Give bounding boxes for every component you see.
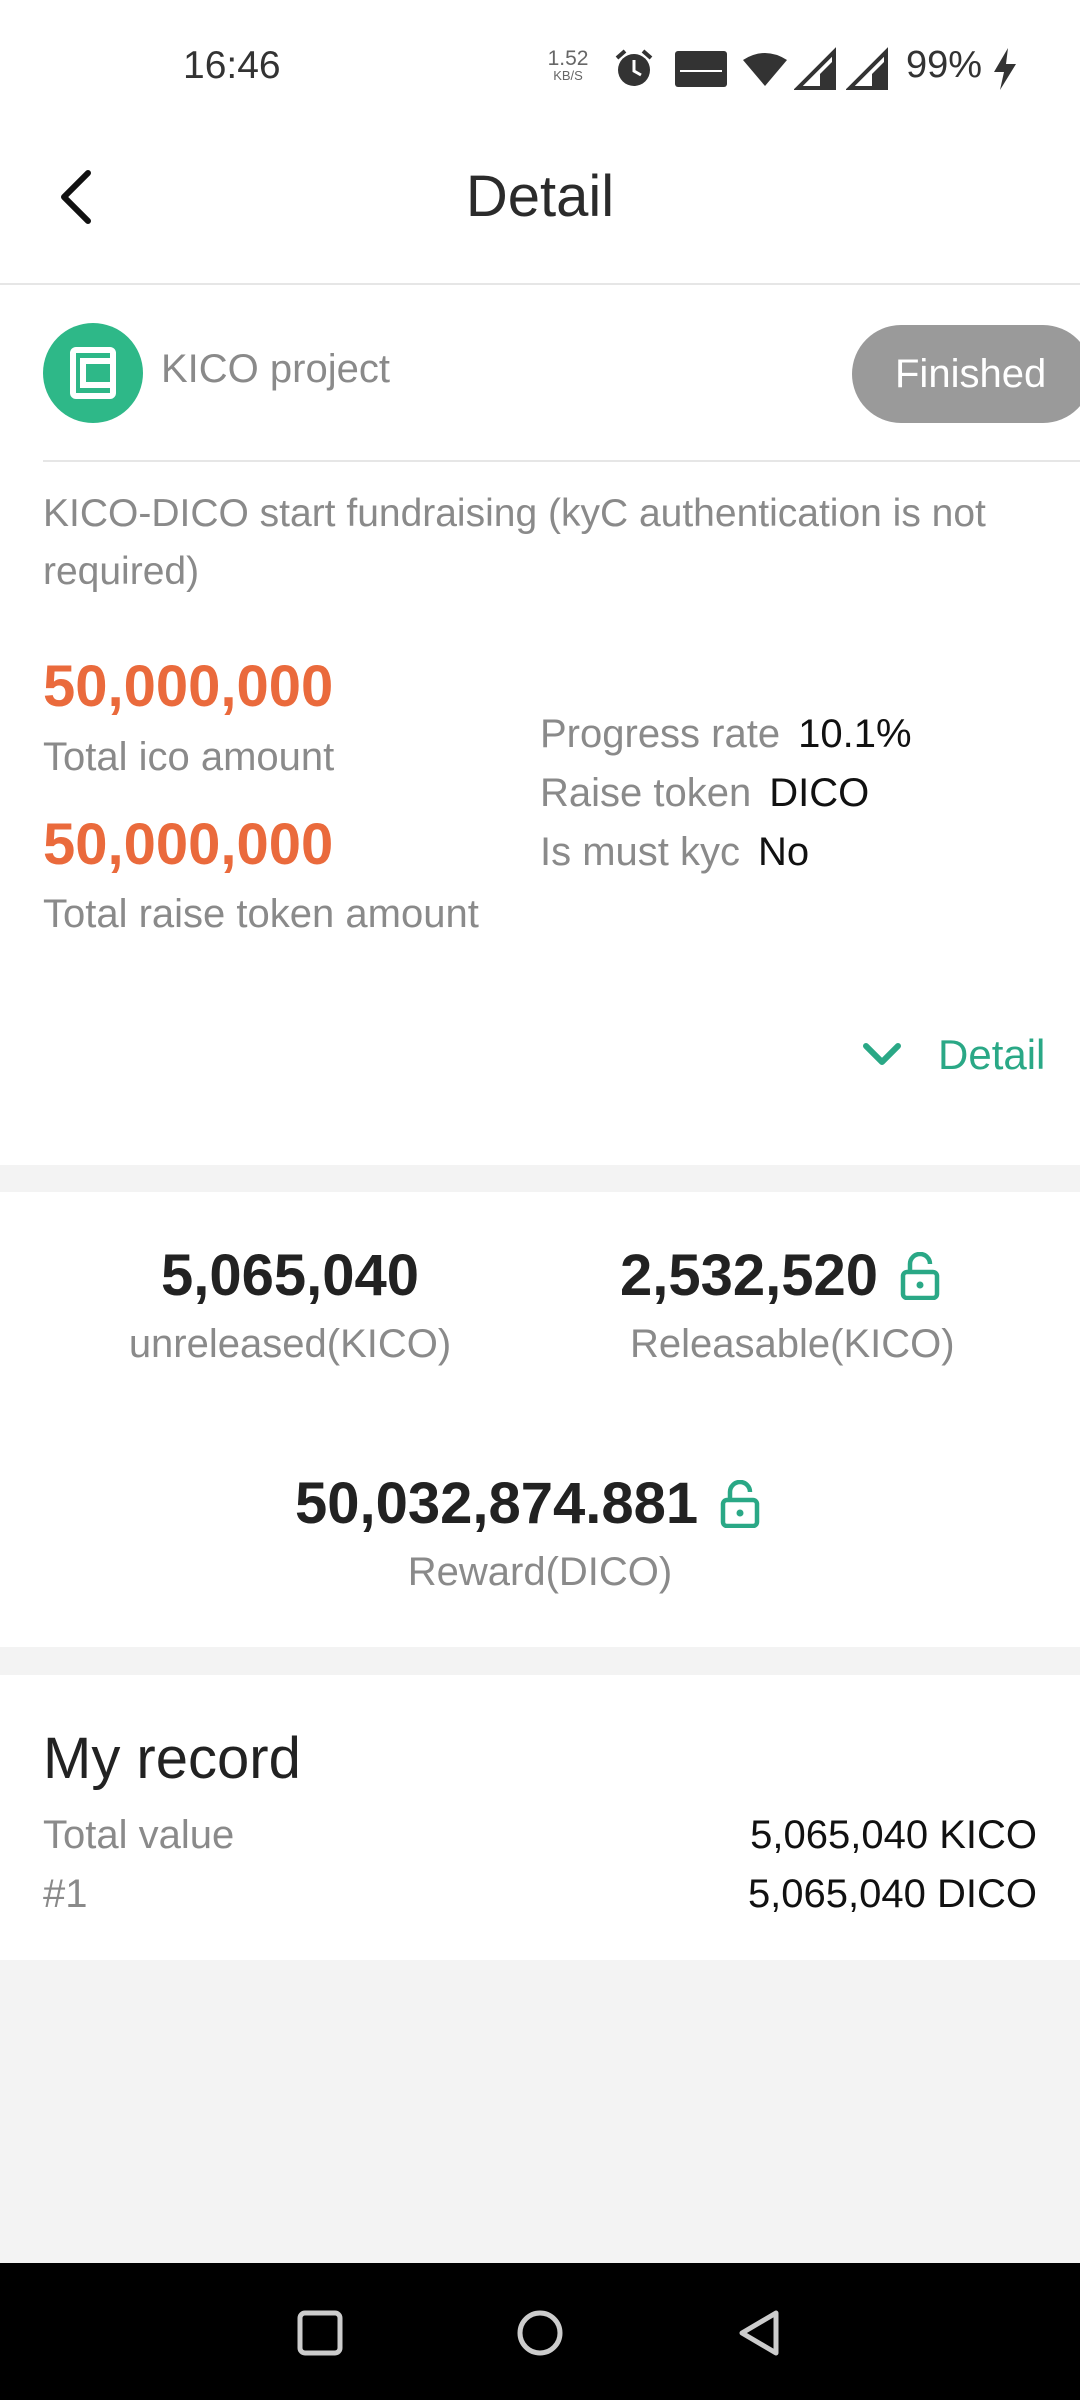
alarm-icon bbox=[615, 49, 653, 86]
network-speed: 1.52 KB/S bbox=[546, 48, 590, 82]
charging-icon bbox=[994, 48, 1016, 90]
releasable-label: Releasable(KICO) bbox=[630, 1322, 955, 1366]
releasable-value: 2,532,520 bbox=[620, 1243, 879, 1308]
chevron-down-icon bbox=[863, 1043, 901, 1065]
raise-token-row: Raise token DICO bbox=[540, 771, 869, 816]
status-bar: 16:46 1.52 KB/S 99% bbox=[0, 0, 1080, 135]
progress-rate-value: 10.1% bbox=[798, 712, 912, 756]
kyc-value: No bbox=[758, 830, 810, 874]
record-title: My record bbox=[43, 1726, 301, 1791]
home-button[interactable] bbox=[510, 2303, 570, 2363]
unlock-icon-reward[interactable] bbox=[720, 1479, 760, 1528]
network-speed-value: 1.52 bbox=[547, 47, 589, 70]
network-speed-unit: KB/S bbox=[553, 68, 583, 83]
detail-toggle-label: Detail bbox=[938, 1031, 1046, 1078]
progress-rate-label: Progress rate bbox=[540, 712, 781, 756]
my-record-section: My record Total value 5,065,040 KICO #1 … bbox=[0, 1675, 1080, 1960]
total-ico-amount: 50,000,000 bbox=[43, 654, 334, 719]
reward-value: 50,032,874.881 bbox=[295, 1471, 699, 1536]
reward-value-group: 50,032,874.881 bbox=[295, 1470, 760, 1537]
status-badge: Finished bbox=[852, 325, 1080, 423]
raise-token-value: DICO bbox=[769, 771, 870, 815]
record-row-value: 5,065,040 DICO bbox=[747, 1872, 1037, 1916]
back-button[interactable] bbox=[48, 165, 112, 229]
signal-4g-icon-2 bbox=[846, 47, 888, 90]
wifi-icon bbox=[743, 53, 787, 86]
signal-4g-icon bbox=[794, 47, 836, 90]
project-name: KICO project bbox=[161, 347, 390, 391]
kyc-label: Is must kyc bbox=[540, 830, 741, 874]
unreleased-label: unreleased(KICO) bbox=[128, 1322, 452, 1366]
back-nav-button[interactable] bbox=[730, 2303, 790, 2363]
volte-icon bbox=[675, 51, 727, 87]
reward-label: Reward(DICO) bbox=[407, 1550, 673, 1594]
app-header: Detail bbox=[0, 135, 1080, 285]
page-title: Detail bbox=[465, 164, 615, 229]
recents-button[interactable] bbox=[290, 2303, 350, 2363]
raise-token-label: Raise token bbox=[540, 771, 752, 815]
project-description: KICO-DICO start fundraising (kyC authent… bbox=[43, 492, 986, 593]
total-raise-label: Total raise token amount bbox=[43, 892, 479, 936]
chevron-left-icon bbox=[61, 170, 91, 224]
record-total-label: Total value bbox=[43, 1813, 235, 1857]
project-card: KICO project Finished KICO-DICO start fu… bbox=[0, 285, 1080, 1165]
total-ico-label: Total ico amount bbox=[43, 735, 335, 779]
status-time: 16:46 bbox=[183, 44, 281, 87]
battery-percent: 99% bbox=[906, 44, 983, 86]
detail-toggle-button[interactable]: Detail bbox=[860, 1025, 1045, 1085]
release-section: 5,065,040 unreleased(KICO) 2,532,520 Rel… bbox=[0, 1192, 1080, 1647]
unreleased-value: 5,065,040 bbox=[160, 1243, 420, 1308]
total-raise-amount: 50,000,000 bbox=[43, 812, 334, 877]
system-nav-bar bbox=[0, 2263, 1080, 2400]
unlock-icon[interactable] bbox=[900, 1251, 940, 1300]
releasable-value-group: 2,532,520 bbox=[620, 1242, 940, 1309]
project-logo-icon bbox=[43, 323, 143, 423]
kyc-row: Is must kyc No bbox=[540, 830, 809, 875]
divider bbox=[43, 460, 1080, 462]
record-total-value: 5,065,040 KICO bbox=[750, 1813, 1037, 1857]
record-row-label: #1 bbox=[43, 1872, 88, 1916]
progress-rate-row: Progress rate 10.1% bbox=[540, 712, 912, 757]
